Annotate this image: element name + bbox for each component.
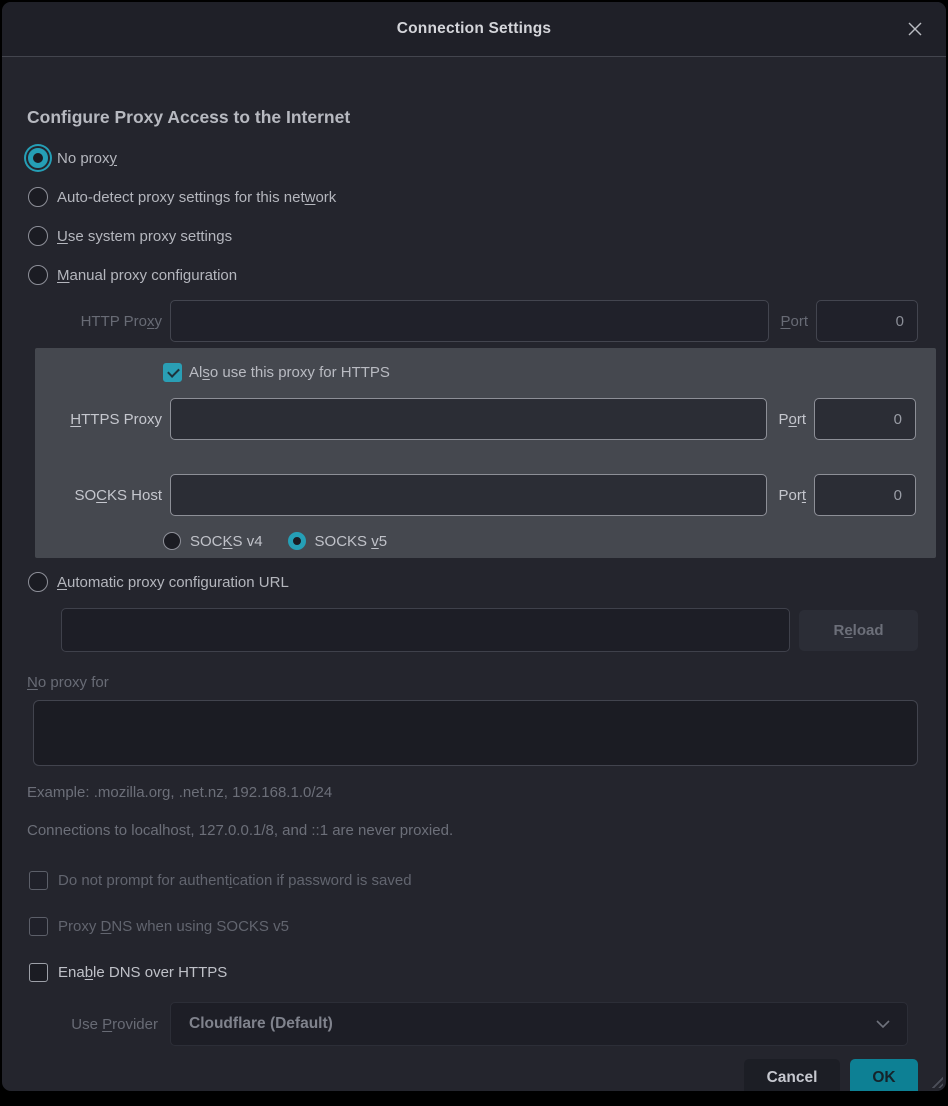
no-prompt-auth-label: Do not prompt for authentication if pass… bbox=[58, 872, 412, 889]
doh-provider-dropdown[interactable]: Cloudflare (Default) bbox=[170, 1002, 908, 1046]
radio-system-proxy[interactable]: Use system proxy settings bbox=[28, 222, 918, 250]
radio-auto-detect[interactable]: Auto-detect proxy settings for this netw… bbox=[28, 183, 918, 211]
checkbox-icon[interactable] bbox=[29, 917, 48, 936]
radio-socks-v5[interactable] bbox=[288, 532, 306, 550]
checkbox-enable-doh[interactable]: Enable DNS over HTTPS bbox=[29, 961, 918, 983]
http-proxy-input[interactable] bbox=[170, 300, 769, 342]
http-proxy-row: HTTP Proxy Port bbox=[25, 300, 918, 342]
radio-button-icon[interactable] bbox=[28, 226, 48, 246]
never-proxied-note: Connections to localhost, 127.0.0.1/8, a… bbox=[27, 821, 918, 840]
https-port-input[interactable] bbox=[814, 398, 916, 440]
radio-button-icon[interactable] bbox=[28, 572, 48, 592]
no-proxy-example-text: Example: .mozilla.org, .net.nz, 192.168.… bbox=[27, 783, 918, 802]
cancel-button[interactable]: Cancel bbox=[744, 1059, 840, 1091]
auto-url-input[interactable] bbox=[61, 608, 790, 652]
radio-auto-url-label: Automatic proxy configuration URL bbox=[57, 574, 289, 591]
checkbox-icon[interactable] bbox=[29, 871, 48, 890]
http-port-label: Port bbox=[777, 313, 808, 330]
http-port-input[interactable] bbox=[816, 300, 918, 342]
doh-provider-row: Use Provider Cloudflare (Default) bbox=[25, 1002, 918, 1046]
https-port-label: Port bbox=[775, 411, 806, 428]
proxy-dns-socks5-label: Proxy DNS when using SOCKS v5 bbox=[58, 918, 289, 935]
checkbox-no-prompt-auth[interactable]: Do not prompt for authentication if pass… bbox=[29, 869, 918, 891]
use-provider-label: Use Provider bbox=[25, 1016, 158, 1033]
doh-provider-value: Cloudflare (Default) bbox=[189, 1015, 333, 1033]
close-icon bbox=[906, 20, 924, 38]
radio-socks-v5-label: SOCKS v5 bbox=[315, 533, 388, 550]
manual-proxy-section: Also use this proxy for HTTPS HTTPS Prox… bbox=[35, 348, 936, 558]
radio-no-proxy[interactable]: No proxy bbox=[28, 144, 918, 172]
socks-port-input[interactable] bbox=[814, 474, 916, 516]
radio-socks-v4[interactable] bbox=[163, 532, 181, 550]
also-https-checkbox-row[interactable]: Also use this proxy for HTTPS bbox=[163, 360, 916, 384]
radio-manual-proxy[interactable]: Manual proxy configuration bbox=[28, 261, 918, 289]
dialog-content: Configure Proxy Access to the Internet N… bbox=[2, 107, 946, 1091]
checkbox-icon[interactable] bbox=[163, 363, 182, 382]
titlebar: Connection Settings bbox=[2, 2, 946, 57]
checkbox-icon[interactable] bbox=[29, 963, 48, 982]
socks-host-row: SOCKS Host Port bbox=[35, 474, 916, 516]
https-proxy-row: HTTPS Proxy Port bbox=[35, 398, 916, 440]
socks-host-input[interactable] bbox=[170, 474, 767, 516]
checkbox-proxy-dns-socks5[interactable]: Proxy DNS when using SOCKS v5 bbox=[29, 915, 918, 937]
also-https-label: Also use this proxy for HTTPS bbox=[189, 364, 390, 381]
enable-doh-label: Enable DNS over HTTPS bbox=[58, 964, 227, 981]
radio-manual-proxy-label: Manual proxy configuration bbox=[57, 267, 237, 284]
radio-button-icon[interactable] bbox=[28, 265, 48, 285]
radio-no-proxy-label: No proxy bbox=[57, 150, 117, 167]
page-title: Configure Proxy Access to the Internet bbox=[27, 107, 918, 128]
radio-auto-detect-label: Auto-detect proxy settings for this netw… bbox=[57, 189, 336, 206]
https-proxy-label: HTTPS Proxy bbox=[35, 411, 162, 428]
chevron-down-icon bbox=[875, 1019, 891, 1029]
dialog-title: Connection Settings bbox=[397, 20, 552, 38]
socks-version-row: SOCKS v4 SOCKS v5 bbox=[163, 530, 916, 552]
ok-button[interactable]: OK bbox=[850, 1059, 918, 1091]
http-proxy-label: HTTP Proxy bbox=[25, 313, 162, 330]
radio-auto-url[interactable]: Automatic proxy configuration URL bbox=[28, 568, 918, 596]
reload-button[interactable]: Reload bbox=[799, 610, 918, 651]
close-button[interactable] bbox=[902, 16, 928, 42]
radio-button-icon[interactable] bbox=[28, 148, 48, 168]
radio-button-icon[interactable] bbox=[28, 187, 48, 207]
radio-system-proxy-label: Use system proxy settings bbox=[57, 228, 232, 245]
no-proxy-for-label: No proxy for bbox=[27, 674, 918, 691]
https-proxy-input[interactable] bbox=[170, 398, 767, 440]
socks-port-label: Port bbox=[775, 487, 806, 504]
socks-host-label: SOCKS Host bbox=[35, 487, 162, 504]
no-proxy-for-textarea[interactable] bbox=[33, 700, 918, 766]
dialog-footer: Cancel OK bbox=[25, 1059, 918, 1091]
connection-settings-dialog: Connection Settings Configure Proxy Acce… bbox=[2, 2, 946, 1091]
radio-socks-v4-label: SOCKS v4 bbox=[190, 533, 263, 550]
auto-url-row: Reload bbox=[61, 608, 918, 652]
